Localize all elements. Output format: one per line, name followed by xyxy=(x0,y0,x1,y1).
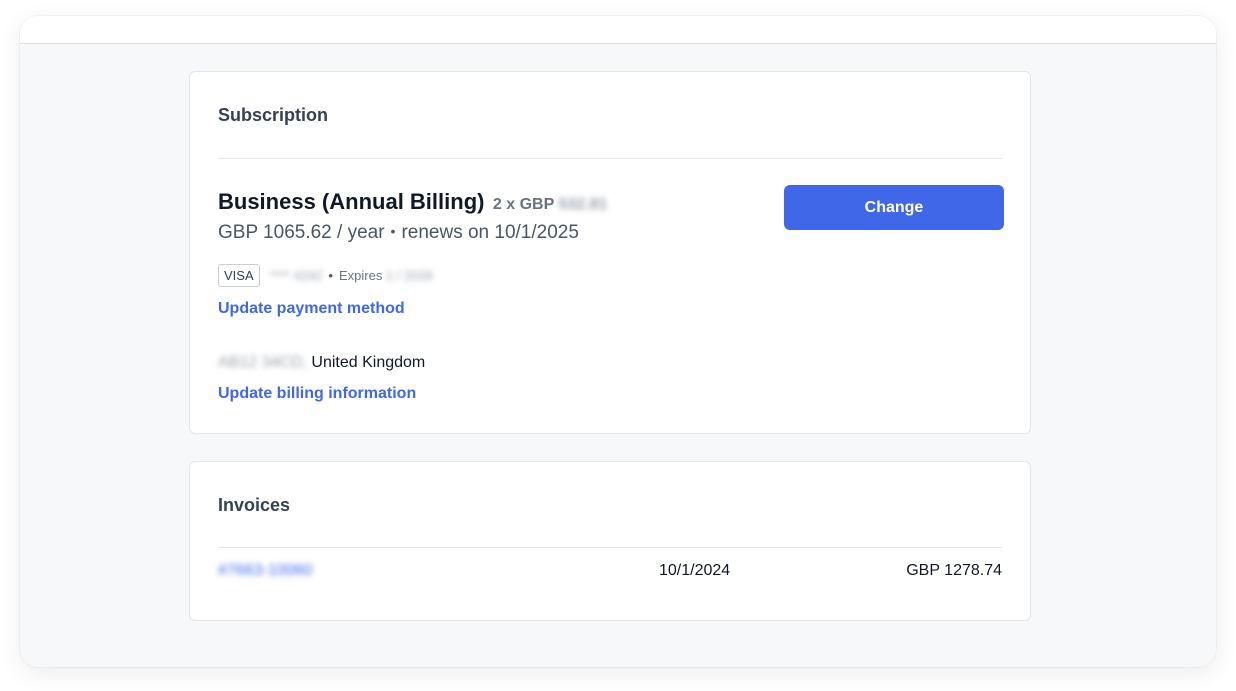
invoice-amount: GBP 1278.74 xyxy=(906,562,1002,579)
app-window: Subscription Business (Annual Billing) 2… xyxy=(20,16,1216,667)
update-payment-method-link[interactable]: Update payment method xyxy=(218,300,405,318)
table-row: #7663-10060 10/1/2024 GBP 1278.74 xyxy=(218,562,1002,582)
renewal-date: renews on 10/1/2025 xyxy=(401,222,579,243)
subscription-card: Subscription Business (Annual Billing) 2… xyxy=(189,71,1031,434)
change-plan-button[interactable]: Change xyxy=(784,185,1004,230)
address-country: United Kingdom xyxy=(311,354,426,371)
billing-address: AB12 34CD, United Kingdom xyxy=(218,354,425,372)
invoices-divider xyxy=(218,547,1002,548)
invoices-card: Invoices #7663-10060 10/1/2024 GBP 1278.… xyxy=(189,461,1031,621)
visa-icon: VISA xyxy=(218,264,260,287)
expires-label: Expires xyxy=(338,268,383,283)
subscription-title: Subscription xyxy=(218,105,329,125)
price-line: GBP 1065.62 / year • renews on 10/1/2025 xyxy=(218,222,579,244)
top-bar xyxy=(20,16,1216,44)
plan-unit-price: 532.81 xyxy=(558,196,608,213)
card-number: **** 4242 xyxy=(269,268,323,283)
card-separator: • xyxy=(328,268,333,283)
payment-card-line: VISA **** 4242 • Expires 1 / 2028 xyxy=(218,264,433,287)
plan-price: GBP 1065.62 / year xyxy=(218,222,385,243)
plan-name: Business (Annual Billing) xyxy=(218,189,485,214)
plan-qty-prefix: 2 x GBP xyxy=(492,196,554,213)
invoice-id-link[interactable]: #7663-10060 xyxy=(218,562,312,580)
invoices-title: Invoices xyxy=(218,495,291,515)
price-separator: • xyxy=(390,223,396,239)
plan-quantity: 2 x GBP 532.81 xyxy=(493,196,607,213)
plan-line: Business (Annual Billing) 2 x GBP 532.81 xyxy=(218,189,607,215)
subscription-divider xyxy=(218,158,1002,159)
address-postcode: AB12 34CD, xyxy=(218,354,307,371)
invoice-date: 10/1/2024 xyxy=(659,562,731,579)
update-billing-information-link[interactable]: Update billing information xyxy=(218,385,416,403)
card-expiry: 1 / 2028 xyxy=(385,268,433,283)
